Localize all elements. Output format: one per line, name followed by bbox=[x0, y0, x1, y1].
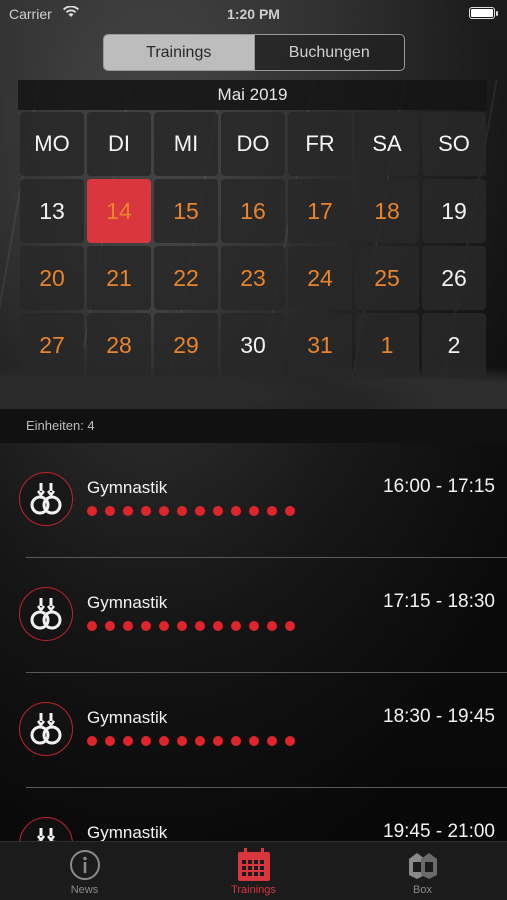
weekday-header: FR bbox=[288, 112, 352, 176]
training-row[interactable]: Gymnastik 19:45 - 21:00 bbox=[0, 788, 507, 841]
status-bar: Carrier 1:20 PM bbox=[0, 0, 507, 28]
weekday-header: DO bbox=[221, 112, 285, 176]
training-title: Gymnastik bbox=[87, 708, 168, 727]
calendar-day[interactable]: 13 bbox=[20, 179, 84, 243]
box-logo-icon bbox=[406, 848, 440, 882]
tab-trainings[interactable]: Trainings bbox=[169, 842, 338, 900]
training-time: 16:00 - 17:15 bbox=[383, 476, 495, 497]
calendar-viewport: MO DI MI DO FR SA SO 13 14 15 16 17 18 1… bbox=[0, 112, 507, 378]
tab-box[interactable]: Box bbox=[338, 842, 507, 900]
tab-trainings-label: Trainings bbox=[231, 884, 276, 896]
capacity-dots bbox=[87, 736, 295, 746]
month-label: Mai 2019 bbox=[217, 85, 288, 104]
calendar-grid: MO DI MI DO FR SA SO 13 14 15 16 17 18 1… bbox=[20, 112, 488, 377]
calendar-day[interactable]: 23 bbox=[221, 246, 285, 310]
calendar-day[interactable]: 18 bbox=[355, 179, 419, 243]
training-row[interactable]: Gymnastik 16:00 - 17:15 bbox=[0, 443, 507, 558]
training-time: 18:30 - 19:45 bbox=[383, 706, 495, 727]
calendar-day[interactable]: 24 bbox=[288, 246, 352, 310]
battery-icon bbox=[469, 7, 498, 19]
calendar-day[interactable]: 21 bbox=[87, 246, 151, 310]
capacity-dots bbox=[87, 621, 295, 631]
segment-trainings[interactable]: Trainings bbox=[104, 35, 254, 70]
view-segmented-control: Trainings Buchungen bbox=[103, 34, 405, 71]
training-time: 17:15 - 18:30 bbox=[383, 591, 495, 612]
calendar-day[interactable]: 15 bbox=[154, 179, 218, 243]
weekday-header: MI bbox=[154, 112, 218, 176]
weekday-header: DI bbox=[87, 112, 151, 176]
units-count-label: Einheiten: 4 bbox=[26, 418, 95, 433]
units-count-bar: Einheiten: 4 bbox=[0, 409, 507, 443]
calendar-day-selected[interactable]: 14 bbox=[87, 179, 151, 243]
training-row[interactable]: Gymnastik 18:30 - 19:45 bbox=[0, 673, 507, 788]
calendar-day[interactable]: 20 bbox=[20, 246, 84, 310]
calendar-day[interactable]: 25 bbox=[355, 246, 419, 310]
calendar-month-header: Mai 2019 bbox=[18, 80, 487, 110]
calendar-day[interactable]: 31 bbox=[288, 313, 352, 377]
training-row[interactable]: Gymnastik 17:15 - 18:30 bbox=[0, 558, 507, 673]
weekday-header: SO bbox=[422, 112, 486, 176]
calendar-day[interactable]: 2 bbox=[422, 313, 486, 377]
calendar-icon bbox=[237, 848, 271, 882]
calendar-day[interactable]: 30 bbox=[221, 313, 285, 377]
calendar-day[interactable]: 19 bbox=[422, 179, 486, 243]
training-title: Gymnastik bbox=[87, 478, 168, 497]
training-title: Gymnastik bbox=[87, 593, 168, 612]
calendar-day[interactable]: 26 bbox=[422, 246, 486, 310]
rings-icon bbox=[19, 472, 73, 526]
capacity-dots bbox=[87, 506, 295, 516]
info-icon bbox=[68, 848, 102, 882]
calendar-day[interactable]: 1 bbox=[355, 313, 419, 377]
tab-bar: News Trainings Box bbox=[0, 841, 507, 900]
rings-icon bbox=[19, 587, 73, 641]
tab-box-label: Box bbox=[413, 884, 432, 896]
calendar-day[interactable]: 28 bbox=[87, 313, 151, 377]
clock: 1:20 PM bbox=[227, 6, 280, 22]
rings-icon bbox=[19, 817, 73, 841]
training-title: Gymnastik bbox=[87, 823, 168, 841]
calendar-day[interactable]: 29 bbox=[154, 313, 218, 377]
weekday-header: MO bbox=[20, 112, 84, 176]
training-time: 19:45 - 21:00 bbox=[383, 821, 495, 841]
tab-news-label: News bbox=[70, 884, 99, 896]
rings-icon bbox=[19, 702, 73, 756]
weekday-header: SA bbox=[355, 112, 419, 176]
calendar-day[interactable]: 22 bbox=[154, 246, 218, 310]
calendar-day[interactable]: 17 bbox=[288, 179, 352, 243]
calendar-day[interactable]: 16 bbox=[221, 179, 285, 243]
segment-buchungen[interactable]: Buchungen bbox=[255, 35, 405, 70]
training-list[interactable]: Gymnastik 16:00 - 17:15 Gymnastik 17:15 … bbox=[0, 443, 507, 841]
calendar-day[interactable]: 27 bbox=[20, 313, 84, 377]
tab-news[interactable]: News bbox=[0, 842, 169, 900]
